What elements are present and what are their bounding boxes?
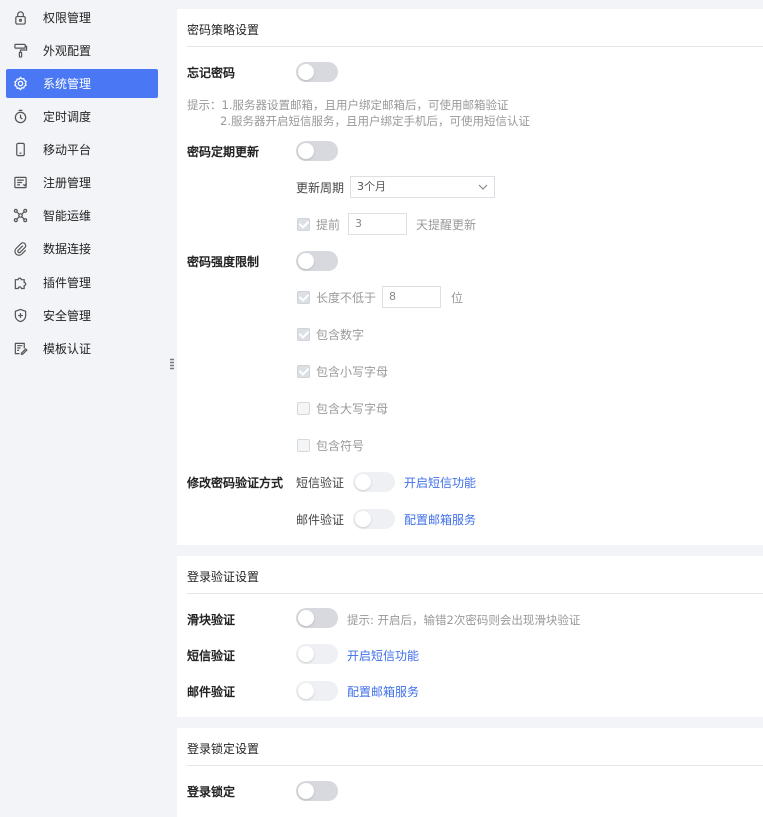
login-lock-label: 登录锁定 [187,785,236,799]
sidebar-item-system[interactable]: 系统管理 [6,69,158,98]
update-period-select[interactable]: 3个月 [350,176,495,198]
sidebar-item-security[interactable]: 安全管理 [6,301,158,330]
login-lock-toggle[interactable] [296,781,338,801]
remind-checkbox[interactable] [297,218,310,231]
chevron-down-icon [478,184,488,190]
template-cert-icon [13,341,28,356]
sidebar-item-label: 安全管理 [43,309,92,323]
remind-prefix-label: 提前 [316,218,341,232]
sidebar-item-label: 插件管理 [43,276,92,290]
periodic-update-toggle[interactable] [296,141,338,161]
login-lock-panel: 登录锁定设置 登录锁定 [177,728,763,817]
symbols-label: 包含符号 [316,439,365,453]
sidebar-item-appearance[interactable]: 外观配置 [6,36,158,65]
min-length-unit: 位 [451,291,464,305]
sidebar-item-mobile[interactable]: 移动平台 [6,135,158,164]
symbols-checkbox[interactable] [297,439,310,452]
min-length-label: 长度不低于 [316,291,377,305]
lock-icon [13,10,28,25]
enable-sms-link[interactable]: 开启短信功能 [404,475,476,491]
login-sms-toggle[interactable] [296,644,338,664]
login-sms-label: 短信验证 [187,649,236,663]
periodic-update-label: 密码定期更新 [187,145,260,159]
slider-verify-toggle[interactable] [296,608,338,628]
slider-verify-label: 滑块验证 [187,613,236,627]
sidebar-item-label: 定时调度 [43,110,92,124]
sidebar-item-label: 智能运维 [43,209,92,223]
forgot-password-toggle[interactable] [296,62,338,82]
gear-icon [13,76,28,91]
sidebar: 权限管理 外观配置 系统管理 定时调度 移动平台 注册管理 智能运维 数据连接 … [0,0,168,817]
sidebar-item-registration[interactable]: 注册管理 [6,168,158,197]
sidebar-item-data-connection[interactable]: 数据连接 [6,234,158,263]
sidebar-item-label: 系统管理 [43,77,92,91]
min-length-input[interactable]: 8 [382,286,441,308]
divider [187,765,763,766]
sidebar-item-plugins[interactable]: 插件管理 [6,268,158,297]
modify-email-toggle[interactable] [353,509,395,529]
sidebar-item-label: 外观配置 [43,44,92,58]
section-title: 密码策略设置 [187,23,260,37]
login-configure-email-link[interactable]: 配置邮箱服务 [347,684,419,700]
login-enable-sms-link[interactable]: 开启短信功能 [347,648,419,664]
digits-checkbox[interactable] [297,328,310,341]
forgot-password-label: 忘记密码 [187,66,236,80]
divider [187,46,763,47]
paperclip-icon [13,241,28,256]
uppercase-checkbox[interactable] [297,402,310,415]
digits-label: 包含数字 [316,328,365,342]
sidebar-item-label: 数据连接 [43,242,92,256]
strength-limit-label: 密码强度限制 [187,255,260,269]
remind-days-input[interactable]: 3 [348,213,407,235]
modify-sms-label: 短信验证 [296,476,345,490]
min-length-checkbox[interactable] [297,291,310,304]
login-email-label: 邮件验证 [187,685,236,699]
lowercase-checkbox[interactable] [297,365,310,378]
sidebar-item-label: 模板认证 [43,342,92,356]
puzzle-icon [13,275,28,290]
paint-roller-icon [13,43,28,58]
modify-verify-label: 修改密码验证方式 [187,476,284,490]
section-title: 登录验证设置 [187,570,260,584]
update-period-value: 3个月 [357,180,386,193]
uppercase-label: 包含大写字母 [316,402,389,416]
sidebar-item-ops[interactable]: 智能运维 [6,201,158,230]
section-title: 登录锁定设置 [187,742,260,756]
network-icon [13,208,28,223]
sidebar-item-label: 移动平台 [43,143,92,157]
hint-line-1: 提示：1.服务器设置邮箱，且用户绑定邮箱后，可使用邮箱验证 [187,98,509,112]
timer-icon [13,109,28,124]
update-period-label: 更新周期 [296,181,345,195]
sidebar-item-label: 权限管理 [43,11,92,25]
configure-email-link[interactable]: 配置邮箱服务 [404,512,476,528]
divider [187,593,763,594]
shield-icon [13,308,28,323]
hint-line-2: 2.服务器开启短信服务，且用户绑定手机后，可使用短信认证 [220,114,530,128]
login-email-toggle[interactable] [296,681,338,701]
lowercase-label: 包含小写字母 [316,365,389,379]
mobile-icon [13,142,28,157]
slider-verify-hint: 提示: 开启后，输错2次密码则会出现滑块验证 [347,613,581,627]
sidebar-item-scheduling[interactable]: 定时调度 [6,102,158,131]
modify-sms-toggle[interactable] [353,472,395,492]
sidebar-item-permissions[interactable]: 权限管理 [6,3,158,32]
login-verify-panel: 登录验证设置 滑块验证 提示: 开启后，输错2次密码则会出现滑块验证 短信验证 … [177,556,763,717]
sidebar-item-label: 注册管理 [43,176,92,190]
sidebar-resize-handle[interactable] [170,358,175,372]
register-icon [13,175,28,190]
password-policy-panel: 密码策略设置 忘记密码 提示：1.服务器设置邮箱，且用户绑定邮箱后，可使用邮箱验… [177,9,763,545]
strength-limit-toggle[interactable] [296,251,338,271]
modify-email-label: 邮件验证 [296,513,345,527]
remind-suffix-label: 天提醒更新 [416,218,477,232]
sidebar-item-template-cert[interactable]: 模板认证 [6,334,158,363]
